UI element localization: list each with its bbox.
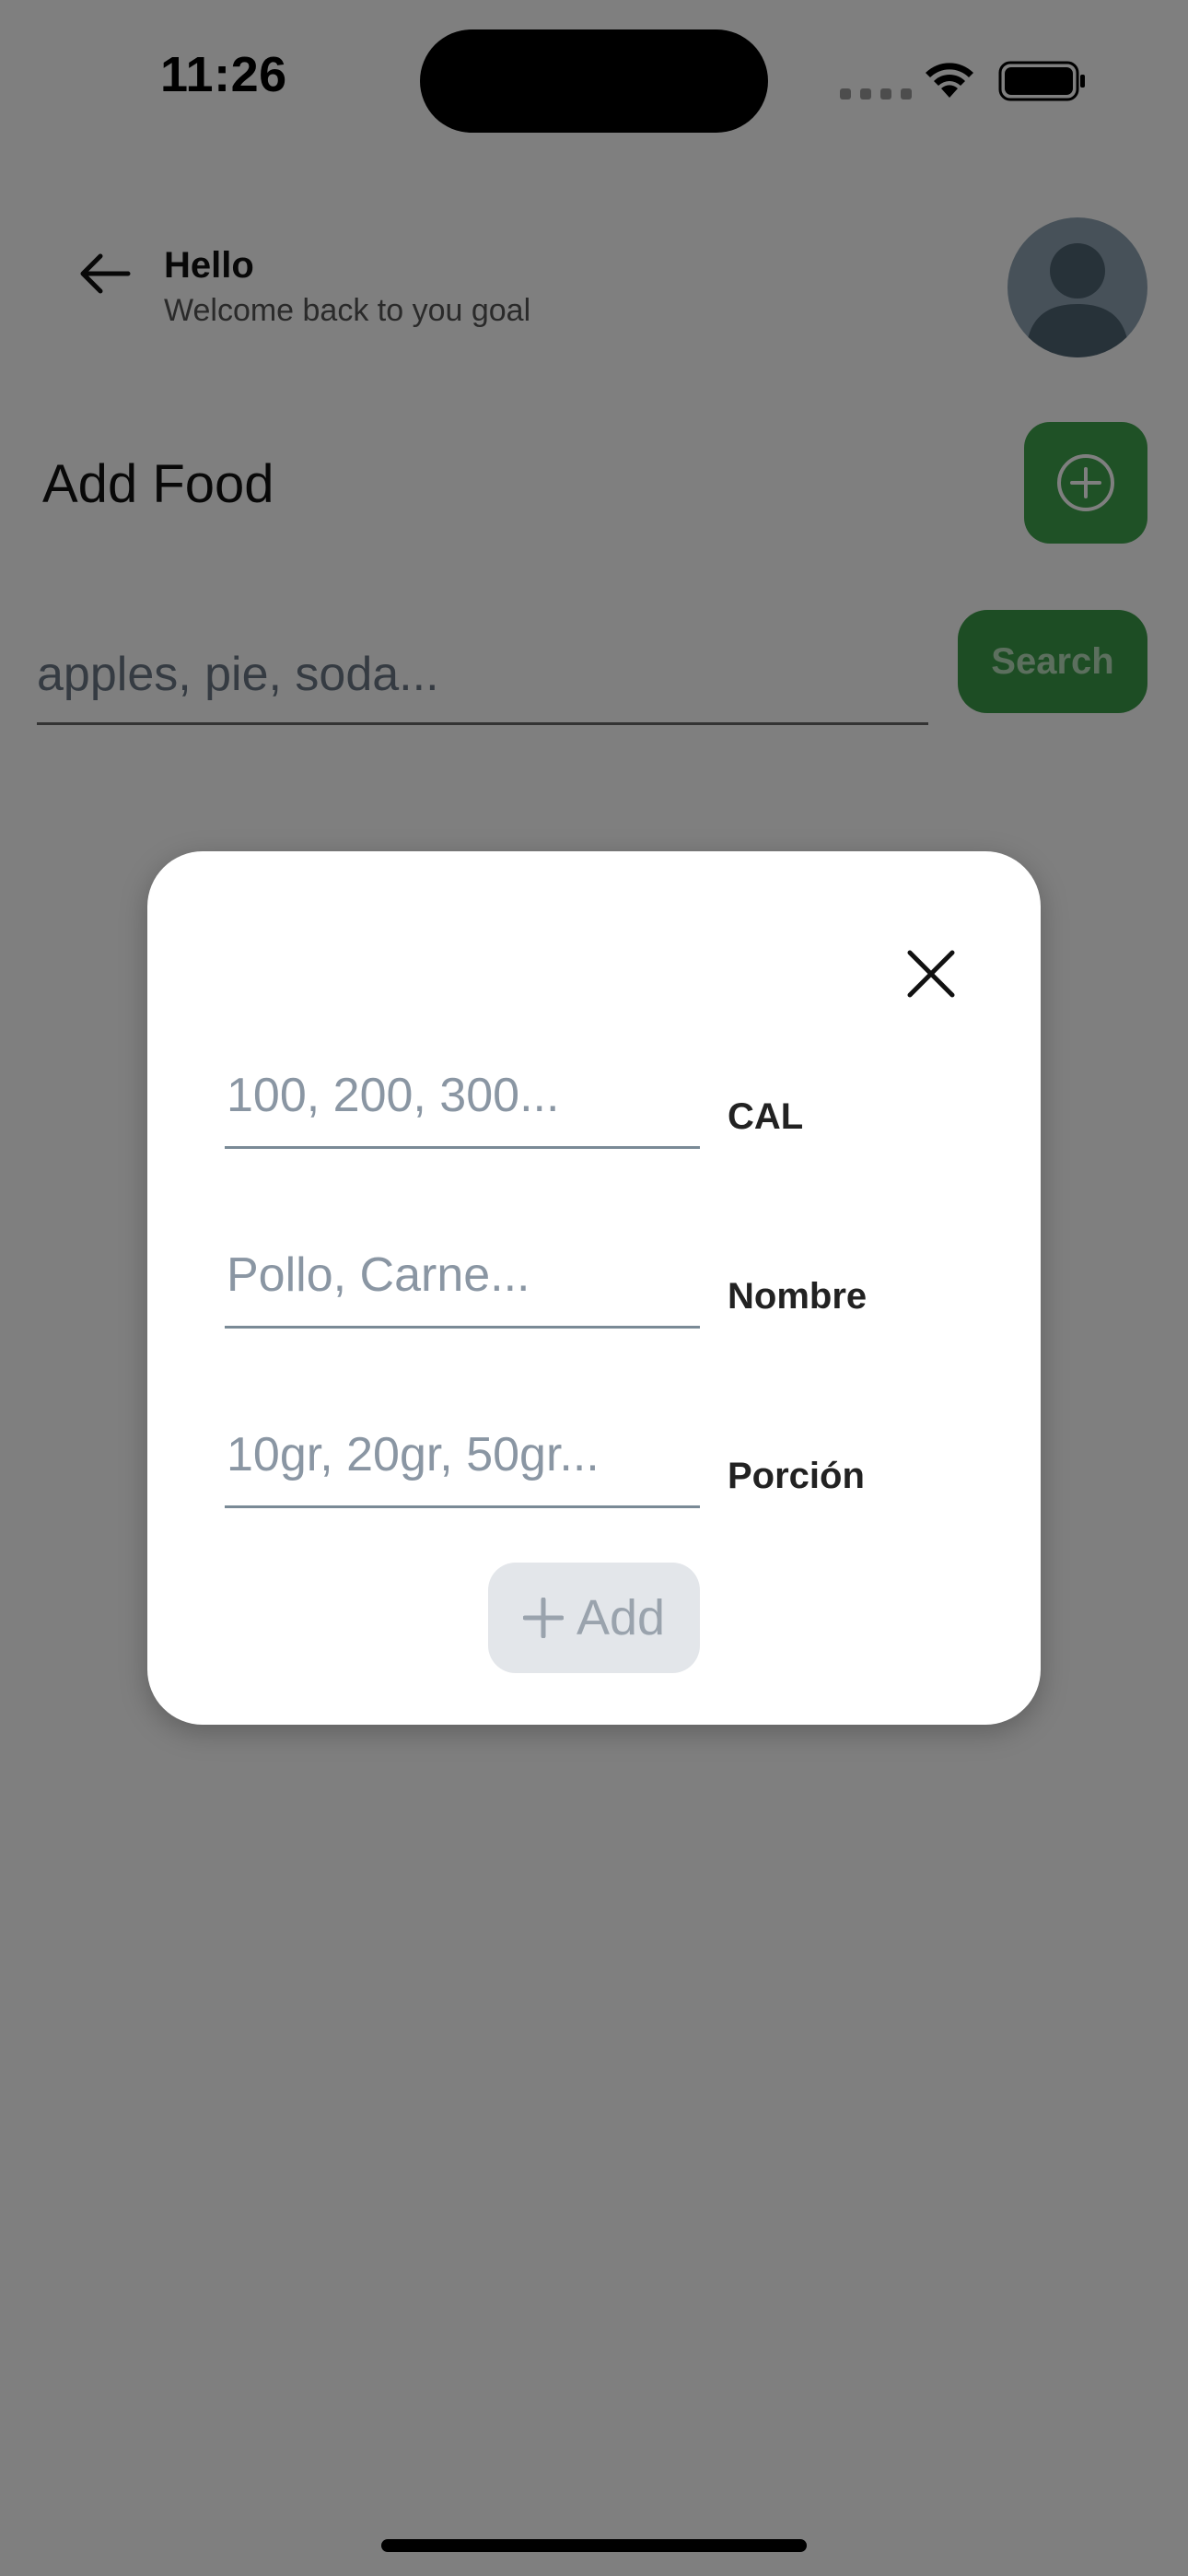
calories-label: CAL: [728, 1096, 804, 1137]
calories-field-row: CAL: [225, 1045, 906, 1155]
add-food-modal: CAL Nombre Porción Add: [147, 851, 1041, 1725]
close-icon: [907, 950, 955, 998]
name-field-row: Nombre: [225, 1224, 906, 1335]
name-label: Nombre: [728, 1276, 868, 1317]
name-input[interactable]: [225, 1224, 700, 1329]
plus-icon: [522, 1598, 564, 1638]
close-button[interactable]: [891, 934, 971, 1013]
portion-field-row: Porción: [225, 1404, 906, 1515]
home-indicator[interactable]: [381, 2539, 807, 2552]
add-button[interactable]: Add: [488, 1563, 700, 1673]
calories-input[interactable]: [225, 1045, 700, 1149]
portion-input[interactable]: [225, 1404, 700, 1508]
add-button-label: Add: [576, 1590, 666, 1645]
portion-label: Porción: [728, 1456, 865, 1496]
